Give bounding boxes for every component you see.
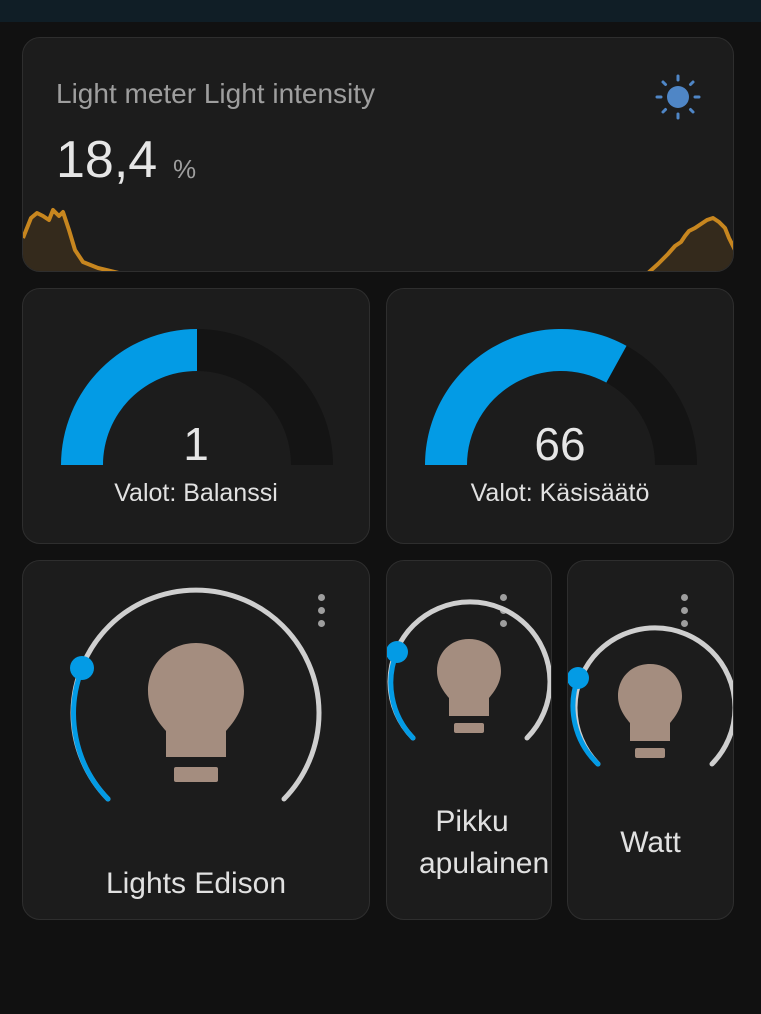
history-line <box>23 208 733 271</box>
gauge-value: 1 <box>183 418 209 470</box>
gauge-value: 66 <box>534 418 586 470</box>
light-name-line: apulainen <box>419 847 550 880</box>
lightbulb-icon[interactable] <box>434 636 504 736</box>
history-area <box>23 210 733 271</box>
gauge-card-balanssi[interactable]: 1 Valot: Balanssi <box>22 288 370 544</box>
sun-icon <box>655 74 701 120</box>
lightbulb-icon[interactable] <box>144 639 248 789</box>
lightbulb-icon[interactable] <box>615 661 685 761</box>
light-card-pikku-apulainen[interactable]: Pikku apulainen <box>386 560 552 920</box>
gauge-card-kasisaato[interactable]: 66 Valot: Käsisäätö <box>386 288 734 544</box>
sensor-title: Light meter Light intensity <box>56 78 376 109</box>
gauge-label: Valot: Balanssi <box>114 479 278 507</box>
light-name: Lights Edison <box>105 867 287 900</box>
gauge-label: Valot: Käsisäätö <box>470 479 650 507</box>
light-name-line: Pikku <box>435 805 509 838</box>
light-intensity-history-graph <box>23 208 733 271</box>
slider-handle <box>568 667 589 689</box>
slider-handle <box>70 656 94 680</box>
slider-handle <box>387 641 408 663</box>
light-card-edison[interactable]: Lights Edison <box>22 560 370 920</box>
light-intensity-sensor-card[interactable]: Light meter Light intensity 18,4 % <box>22 37 734 272</box>
light-name: Watt <box>620 826 681 859</box>
light-name: Pikku apulainen <box>387 801 551 885</box>
top-bar <box>0 0 761 22</box>
light-card-watt[interactable]: Watt <box>567 560 734 920</box>
